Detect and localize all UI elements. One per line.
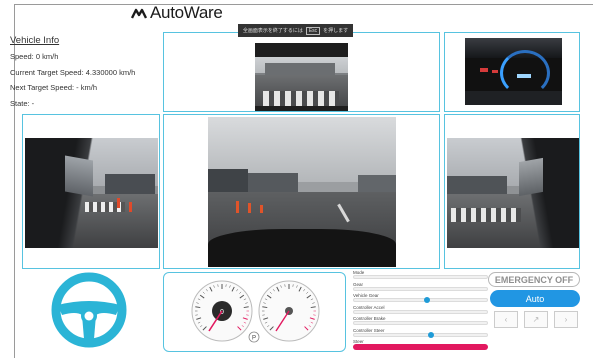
- gauge-cluster-panel: 0 P: [163, 272, 346, 352]
- control-field-controller-brake: [353, 321, 488, 325]
- esc-key-label: Esc: [305, 26, 321, 35]
- small-button-3[interactable]: ›: [554, 311, 578, 328]
- fullscreen-notice: 全画面表示を終了するには Esc を押します: [238, 24, 353, 37]
- control-row-controller-brake: Controller Brake: [350, 316, 490, 328]
- vehicle-gear-slider[interactable]: [353, 297, 488, 303]
- control-label-controller-accel: Controller Accel: [353, 304, 385, 310]
- rear-camera-panel: [163, 32, 440, 112]
- vehicle-info-panel: Vehicle Info Speed: 0 km/h Current Targe…: [10, 34, 150, 111]
- control-field-controller-accel: [353, 309, 488, 314]
- fullscreen-notice-suffix: を押します: [323, 28, 349, 34]
- steering-wheel-icon: [51, 272, 127, 348]
- control-row-steer: Steer: [350, 339, 490, 351]
- autoware-logo: AutoWare: [131, 2, 223, 24]
- autoware-logo-icon: [131, 8, 147, 19]
- speedometer-gauge: 0 P: [191, 280, 260, 343]
- steer-indicator-bar: [353, 344, 488, 350]
- speed-readout: Speed: 0 km/h: [10, 52, 59, 61]
- fullscreen-notice-text: 全画面表示を終了するには: [242, 28, 303, 34]
- control-field-gear: [353, 286, 488, 291]
- dashboard-camera-panel: [444, 32, 580, 112]
- right-camera-image: [447, 138, 579, 248]
- vehicle-controls-list: Mode Gear Vehicle Gear Controller Accel …: [350, 270, 490, 351]
- vehicle-info-title: Vehicle Info: [10, 35, 60, 46]
- logo-text: AutoWare: [150, 3, 223, 22]
- vehicle-state: State: -: [10, 98, 35, 108]
- control-field-mode: [353, 275, 488, 279]
- control-row-vehicle-gear: Vehicle Gear: [350, 293, 490, 305]
- next-target-speed: Next Target Speed: - km/h: [10, 83, 97, 93]
- left-camera-image: [25, 138, 158, 248]
- right-camera-panel: [444, 114, 580, 269]
- small-button-1[interactable]: ‹: [494, 311, 518, 328]
- gauges-drawing: 0 P: [191, 280, 320, 343]
- control-row-mode: Mode: [350, 270, 490, 282]
- control-row-controller-steer: Controller Steer: [350, 328, 490, 340]
- front-camera-image: [208, 117, 396, 267]
- control-label-controller-steer: Controller Steer: [353, 327, 385, 333]
- control-row-gear: Gear: [350, 282, 490, 294]
- emergency-off-button[interactable]: EMERGENCY OFF: [488, 272, 580, 287]
- dashboard-camera-image: [465, 38, 562, 105]
- left-camera-panel: [22, 114, 160, 269]
- current-target-speed: Current Target Speed: 4.330000 km/h: [10, 67, 136, 77]
- vehicle-gear-slider-knob[interactable]: [424, 297, 431, 303]
- auto-mode-button[interactable]: Auto: [490, 290, 580, 307]
- tachometer-gauge: [258, 280, 320, 342]
- control-label-gear: Gear: [353, 281, 364, 287]
- rear-camera-image: [255, 43, 348, 111]
- controller-steer-slider-knob[interactable]: [428, 331, 435, 338]
- small-button-2[interactable]: ↗: [524, 311, 548, 328]
- svg-text:P: P: [252, 336, 256, 342]
- control-row-controller-accel: Controller Accel: [350, 305, 490, 317]
- front-camera-panel: [163, 114, 440, 269]
- controller-steer-slider[interactable]: [353, 331, 488, 338]
